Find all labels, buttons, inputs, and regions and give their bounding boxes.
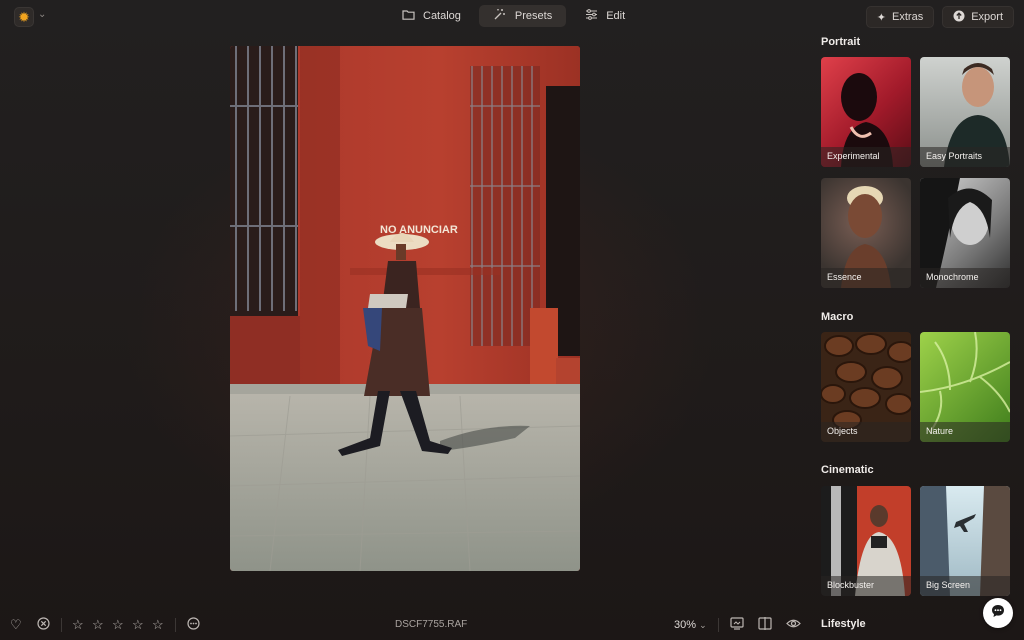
extras-label: Extras bbox=[892, 11, 924, 23]
export-button[interactable]: Export bbox=[942, 6, 1014, 28]
tab-catalog[interactable]: Catalog bbox=[387, 5, 475, 27]
preset-label: Monochrome bbox=[920, 268, 1010, 288]
star-icon-2[interactable]: ☆ bbox=[92, 617, 104, 633]
main-photo[interactable]: NO ANUNCIAR bbox=[230, 46, 580, 571]
chat-button[interactable] bbox=[983, 598, 1013, 628]
preset-big-screen[interactable]: Big Screen bbox=[920, 486, 1010, 596]
divider bbox=[61, 618, 62, 632]
preset-monochrome[interactable]: Monochrome bbox=[920, 178, 1010, 288]
preset-blockbuster[interactable]: Blockbuster bbox=[821, 486, 911, 596]
app-logo-button[interactable]: ✹ bbox=[14, 7, 34, 27]
tab-presets-label: Presets bbox=[514, 10, 553, 22]
section-title-cinematic: Cinematic bbox=[821, 464, 874, 476]
preset-essence[interactable]: Essence bbox=[821, 178, 911, 288]
sparkle-icon: ✦ bbox=[876, 11, 887, 24]
star-icon-5[interactable]: ☆ bbox=[152, 617, 164, 633]
chevron-down-icon: ⌄ bbox=[699, 620, 707, 630]
upload-icon bbox=[953, 10, 965, 25]
display-icon[interactable] bbox=[730, 617, 744, 633]
section-title-macro: Macro bbox=[821, 311, 854, 323]
preset-nature[interactable]: Nature bbox=[920, 332, 1010, 442]
sliders-icon bbox=[584, 9, 598, 23]
preset-label: Blockbuster bbox=[821, 576, 911, 596]
preset-label: Experimental bbox=[821, 147, 911, 167]
section-title-portrait: Portrait bbox=[821, 36, 861, 48]
preset-label: Nature bbox=[920, 422, 1010, 442]
export-label: Export bbox=[971, 11, 1003, 23]
chevron-down-icon[interactable]: ⌄ bbox=[38, 9, 46, 20]
wall-sign-text: NO ANUNCIAR bbox=[380, 224, 458, 236]
top-actions: ✦ Extras Export bbox=[865, 6, 1014, 28]
tab-edit[interactable]: Edit bbox=[570, 5, 639, 27]
mode-tabs: Catalog Presets Edit bbox=[387, 5, 639, 29]
more-options-icon[interactable] bbox=[187, 617, 200, 633]
bottom-toolbar: ♡ ☆ ☆ ☆ ☆ ☆ DSCF7755.RAF 30% ⌄ bbox=[0, 612, 813, 638]
divider bbox=[718, 618, 719, 632]
star-icon-3[interactable]: ☆ bbox=[112, 617, 124, 633]
zoom-value: 30% bbox=[674, 619, 697, 631]
tab-edit-label: Edit bbox=[606, 10, 626, 22]
chat-bubble-icon bbox=[990, 603, 1006, 624]
divider bbox=[175, 618, 176, 632]
reject-icon[interactable] bbox=[37, 617, 50, 633]
magic-wand-icon bbox=[493, 8, 507, 24]
preset-experimental[interactable]: Experimental bbox=[821, 57, 911, 167]
filename-label: DSCF7755.RAF bbox=[395, 619, 468, 630]
star-icon-4[interactable]: ☆ bbox=[132, 617, 144, 633]
tab-catalog-label: Catalog bbox=[423, 10, 461, 22]
star-icon-1[interactable]: ☆ bbox=[72, 617, 84, 633]
compare-icon[interactable] bbox=[758, 617, 772, 633]
extras-button[interactable]: ✦ Extras bbox=[865, 6, 935, 28]
preset-objects[interactable]: Objects bbox=[821, 332, 911, 442]
preset-label: Easy Portraits bbox=[920, 147, 1010, 167]
presets-panel: Portrait Experimental Easy Portraits Ess… bbox=[813, 30, 1024, 640]
folder-icon bbox=[401, 9, 415, 23]
preset-label: Big Screen bbox=[920, 576, 1010, 596]
zoom-dropdown[interactable]: 30% ⌄ bbox=[674, 619, 707, 631]
preset-label: Essence bbox=[821, 268, 911, 288]
section-title-lifestyle: Lifestyle bbox=[821, 618, 866, 630]
heart-icon[interactable]: ♡ bbox=[10, 617, 22, 633]
preset-label: Objects bbox=[821, 422, 911, 442]
tab-presets[interactable]: Presets bbox=[478, 5, 567, 27]
sun-burst-icon: ✹ bbox=[18, 8, 30, 25]
preset-easy-portraits[interactable]: Easy Portraits bbox=[920, 57, 1010, 167]
eye-icon[interactable] bbox=[786, 617, 801, 632]
